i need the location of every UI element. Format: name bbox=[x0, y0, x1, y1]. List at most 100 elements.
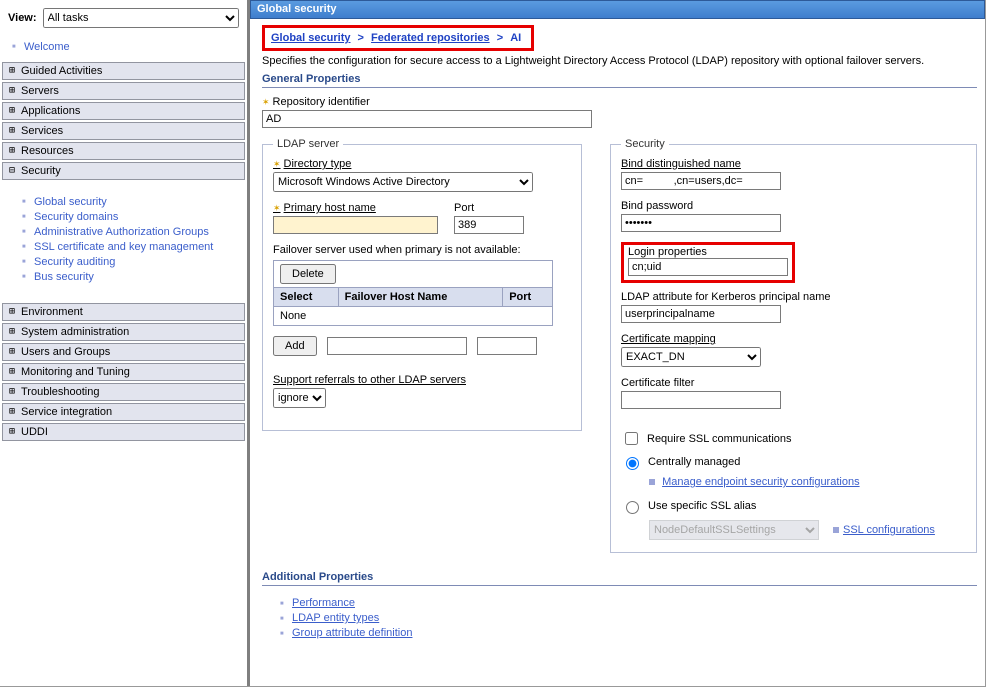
expand-icon: ⊞ bbox=[7, 387, 17, 397]
failover-none: None bbox=[274, 307, 553, 326]
ldap-legend: LDAP server bbox=[273, 138, 343, 150]
th-host: Failover Host Name bbox=[338, 288, 503, 307]
expand-icon: ⊞ bbox=[7, 407, 17, 417]
view-select[interactable]: All tasks bbox=[43, 8, 239, 28]
expand-icon: ⊞ bbox=[7, 307, 17, 317]
bind-dn-input[interactable] bbox=[621, 172, 781, 190]
delete-button[interactable]: Delete bbox=[280, 264, 336, 284]
repo-id-label: Repository identifier bbox=[262, 96, 977, 108]
nav-environment[interactable]: ⊞Environment bbox=[2, 303, 245, 321]
add-port-input[interactable] bbox=[477, 337, 537, 355]
require-ssl-label: Require SSL communications bbox=[647, 433, 792, 445]
crumb-current: AI bbox=[510, 32, 521, 44]
nav-sidebar: View: All tasks Welcome ⊞Guided Activiti… bbox=[0, 0, 250, 686]
nav-security-children: Global security Security domains Adminis… bbox=[2, 191, 245, 292]
repo-id-input[interactable] bbox=[262, 110, 592, 128]
expand-icon: ⊞ bbox=[7, 66, 17, 76]
nav-admin-auth-groups[interactable]: Administrative Authorization Groups bbox=[34, 226, 209, 238]
crumb-sep-icon: > bbox=[354, 32, 368, 44]
nav-ssl-cert-key[interactable]: SSL certificate and key management bbox=[34, 241, 213, 253]
crumb-federated-repos[interactable]: Federated repositories bbox=[371, 32, 490, 44]
ssl-configurations-link[interactable]: SSL configurations bbox=[843, 524, 935, 536]
security-fieldset: Security Bind distinguished name Bind pa… bbox=[610, 138, 977, 553]
bind-dn-label: Bind distinguished name bbox=[621, 158, 966, 170]
bullet-icon bbox=[649, 479, 655, 485]
nav-users-groups[interactable]: ⊞Users and Groups bbox=[2, 343, 245, 361]
nav-system-admin[interactable]: ⊞System administration bbox=[2, 323, 245, 341]
cert-mapping-label: Certificate mapping bbox=[621, 333, 966, 345]
cert-mapping-select[interactable]: EXACT_DN bbox=[621, 347, 761, 367]
th-port: Port bbox=[503, 288, 553, 307]
referrals-label: Support referrals to other LDAP servers bbox=[273, 374, 571, 386]
nav-security-auditing[interactable]: Security auditing bbox=[34, 256, 115, 268]
primary-host-label: Primary host name bbox=[273, 202, 438, 214]
port-label: Port bbox=[454, 202, 524, 214]
nav-services[interactable]: ⊞Services bbox=[2, 122, 245, 140]
section-additional-properties: Additional Properties bbox=[262, 571, 977, 586]
dir-type-label: Directory type bbox=[273, 158, 571, 170]
security-legend: Security bbox=[621, 138, 669, 150]
dir-type-select[interactable]: Microsoft Windows Active Directory bbox=[273, 172, 533, 192]
crumb-sep-icon: > bbox=[493, 32, 507, 44]
bullet-icon bbox=[833, 527, 839, 533]
login-props-input[interactable] bbox=[628, 258, 788, 276]
nav-servers[interactable]: ⊞Servers bbox=[2, 82, 245, 100]
addl-group-attr-def[interactable]: Group attribute definition bbox=[292, 627, 412, 639]
addl-ldap-entity-types[interactable]: LDAP entity types bbox=[292, 612, 379, 624]
nav-bus-security[interactable]: Bus security bbox=[34, 271, 94, 283]
section-general-properties: General Properties bbox=[262, 73, 977, 88]
nav-welcome[interactable]: Welcome bbox=[24, 41, 70, 53]
referrals-select[interactable]: ignore bbox=[273, 388, 326, 408]
bind-pw-label: Bind password bbox=[621, 200, 966, 212]
use-ssl-alias-label: Use specific SSL alias bbox=[648, 500, 756, 512]
kerberos-attr-label: LDAP attribute for Kerberos principal na… bbox=[621, 291, 966, 303]
addl-performance[interactable]: Performance bbox=[292, 597, 355, 609]
nav-security[interactable]: ⊟Security bbox=[2, 162, 245, 180]
kerberos-attr-input[interactable] bbox=[621, 305, 781, 323]
view-label: View: bbox=[8, 12, 37, 24]
th-select: Select bbox=[274, 288, 339, 307]
expand-icon: ⊞ bbox=[7, 347, 17, 357]
nav-uddi[interactable]: ⊞UDDI bbox=[2, 423, 245, 441]
cert-filter-label: Certificate filter bbox=[621, 377, 966, 389]
nav-security-domains[interactable]: Security domains bbox=[34, 211, 118, 223]
expand-icon: ⊞ bbox=[7, 367, 17, 377]
nav-guided-activities[interactable]: ⊞Guided Activities bbox=[2, 62, 245, 80]
nav-global-security[interactable]: Global security bbox=[34, 196, 107, 208]
use-ssl-alias-radio[interactable] bbox=[626, 501, 639, 514]
nav-service-integration[interactable]: ⊞Service integration bbox=[2, 403, 245, 421]
expand-icon: ⊞ bbox=[7, 126, 17, 136]
expand-icon: ⊞ bbox=[7, 86, 17, 96]
add-host-input[interactable] bbox=[327, 337, 467, 355]
expand-icon: ⊞ bbox=[7, 146, 17, 156]
view-selector-row: View: All tasks bbox=[2, 4, 245, 36]
breadcrumb: Global security > Federated repositories… bbox=[262, 25, 534, 51]
centrally-managed-label: Centrally managed bbox=[648, 456, 740, 468]
crumb-global-security[interactable]: Global security bbox=[271, 32, 350, 44]
nav-applications[interactable]: ⊞Applications bbox=[2, 102, 245, 120]
bind-pw-input[interactable] bbox=[621, 214, 781, 232]
manage-endpoint-link[interactable]: Manage endpoint security configurations bbox=[662, 476, 860, 488]
require-ssl-checkbox[interactable] bbox=[625, 432, 638, 445]
failover-table: Delete Select Failover Host Name Port No… bbox=[273, 260, 553, 326]
collapse-icon: ⊟ bbox=[7, 166, 17, 176]
main-content: Global security Global security > Federa… bbox=[250, 0, 985, 686]
additional-properties-list: Performance LDAP entity types Group attr… bbox=[262, 597, 977, 639]
add-button[interactable]: Add bbox=[273, 336, 317, 356]
login-props-highlight: Login properties bbox=[621, 242, 795, 283]
expand-icon: ⊞ bbox=[7, 106, 17, 116]
page-title-bar: Global security bbox=[250, 0, 985, 19]
centrally-managed-radio[interactable] bbox=[626, 457, 639, 470]
ssl-alias-select[interactable]: NodeDefaultSSLSettings bbox=[649, 520, 819, 540]
nav-monitoring[interactable]: ⊞Monitoring and Tuning bbox=[2, 363, 245, 381]
port-input[interactable] bbox=[454, 216, 524, 234]
nav-resources[interactable]: ⊞Resources bbox=[2, 142, 245, 160]
expand-icon: ⊞ bbox=[7, 327, 17, 337]
login-props-label: Login properties bbox=[628, 246, 788, 258]
page-description: Specifies the configuration for secure a… bbox=[262, 55, 977, 67]
cert-filter-input[interactable] bbox=[621, 391, 781, 409]
expand-icon: ⊞ bbox=[7, 427, 17, 437]
primary-host-input[interactable] bbox=[273, 216, 438, 234]
nav-troubleshooting[interactable]: ⊞Troubleshooting bbox=[2, 383, 245, 401]
failover-label: Failover server used when primary is not… bbox=[273, 244, 571, 256]
